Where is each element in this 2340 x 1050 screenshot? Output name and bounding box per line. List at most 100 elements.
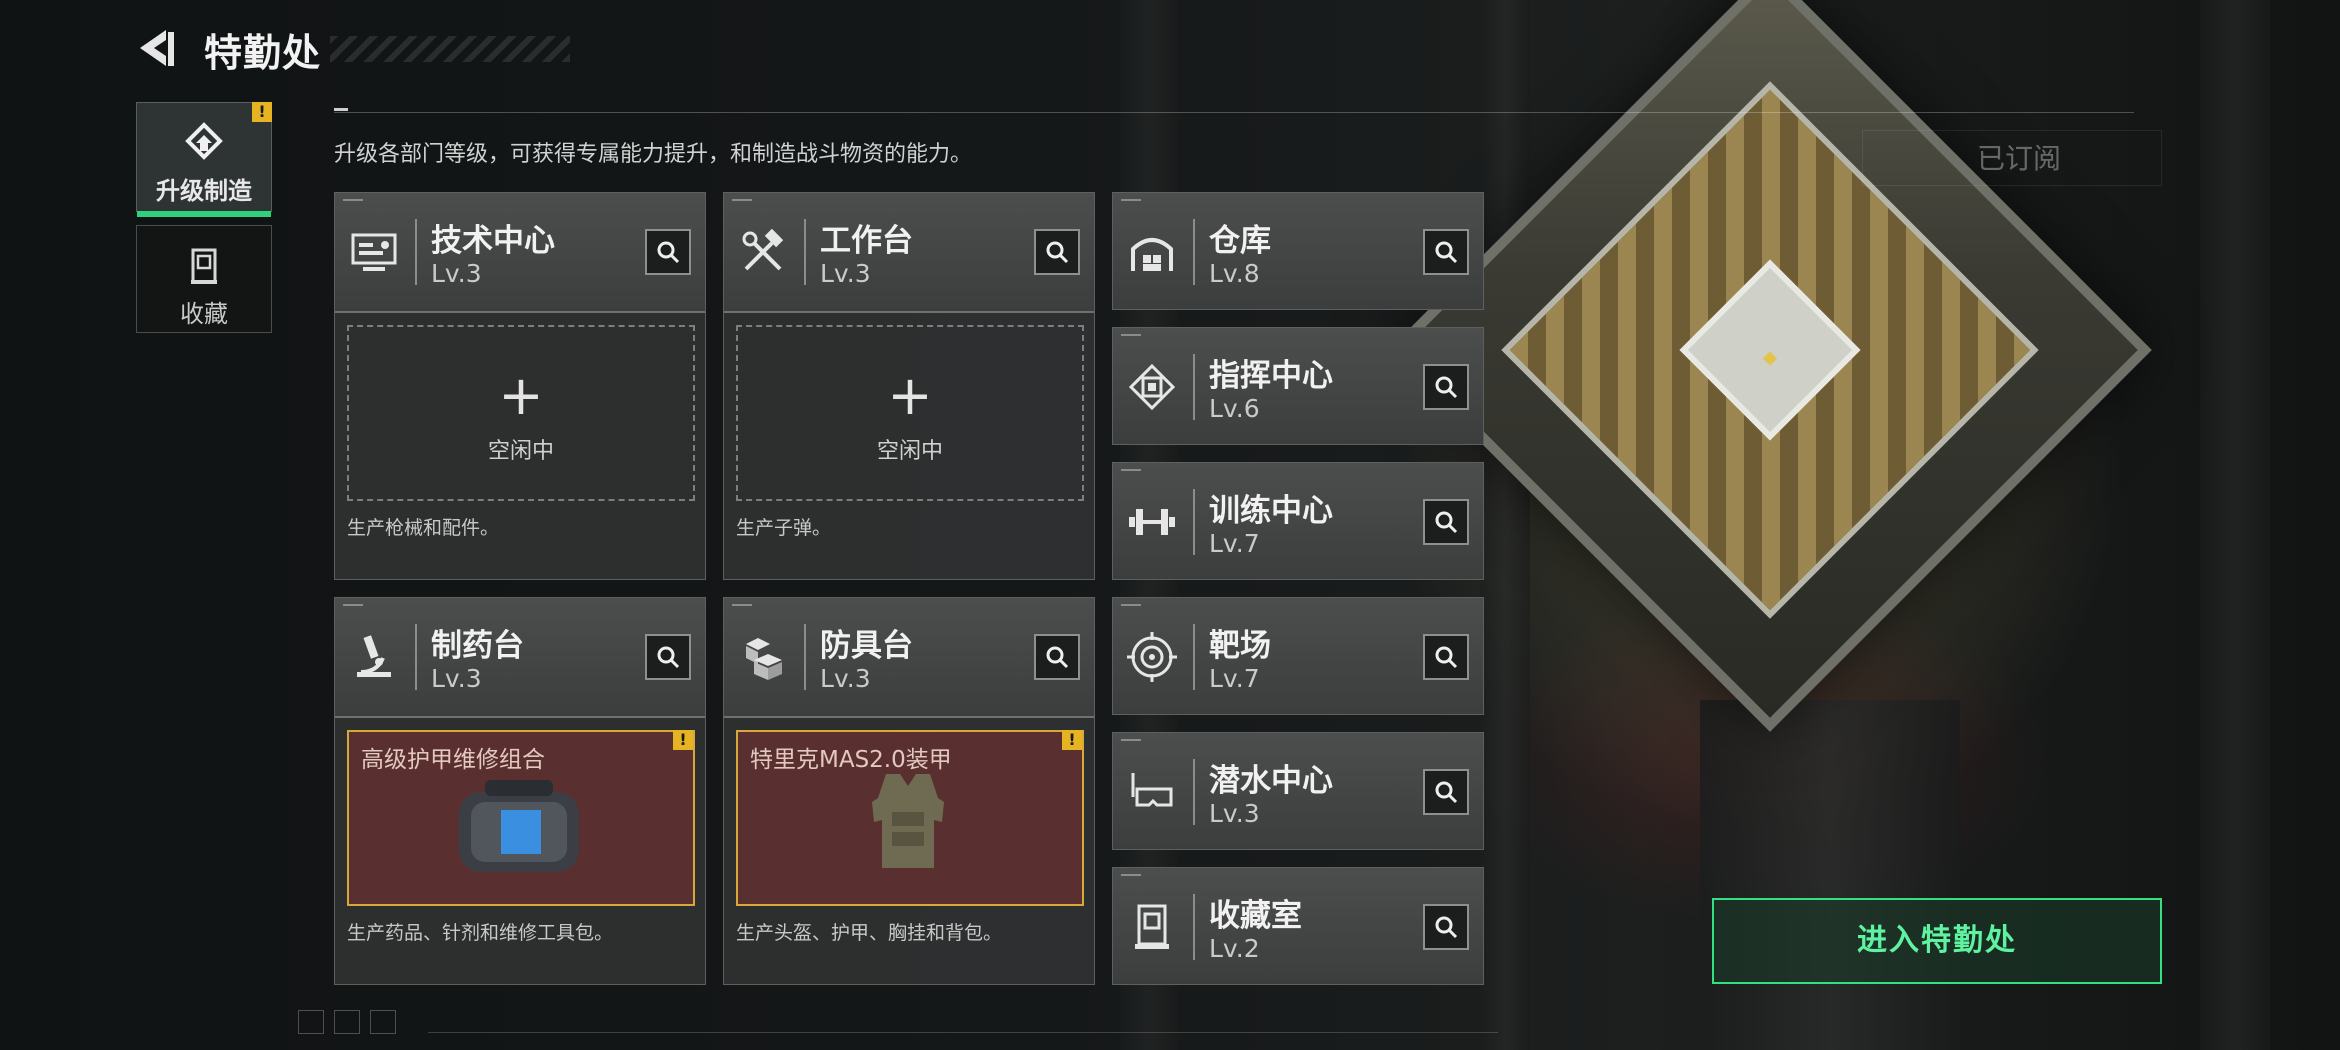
alert-badge: !	[673, 730, 693, 750]
add-icon: +	[498, 364, 544, 427]
card-collection-room[interactable]: 收藏室 Lv.2	[1112, 867, 1484, 985]
card-header: 训练中心 Lv.7	[1113, 463, 1483, 579]
magnifier-icon	[1435, 916, 1458, 939]
facility-level: Lv.8	[1209, 259, 1260, 288]
tab-upgrade-manufacture[interactable]: 升级制造 !	[136, 102, 272, 217]
facility-name: 防具台	[820, 628, 913, 664]
card-tech-center: 技术中心 Lv.3 + 空闲中 生产枪械和配件。	[334, 192, 706, 580]
facility-name: 靶场	[1209, 628, 1271, 664]
inspect-button[interactable]	[645, 229, 691, 275]
facility-name: 技术中心	[431, 223, 555, 259]
facility-level: Lv.3	[820, 259, 871, 288]
production-slot[interactable]: + 空闲中	[347, 325, 695, 501]
production-description: 生产头盔、护甲、胸挂和背包。	[736, 922, 1003, 944]
magnifier-icon	[1046, 241, 1069, 264]
facility-name: 仓库	[1209, 223, 1271, 259]
card-header[interactable]: 制药台 Lv.3	[335, 598, 705, 718]
card-command-center[interactable]: 指挥中心 Lv.6	[1112, 327, 1484, 445]
alert-badge: !	[1062, 730, 1082, 750]
dumbbell-icon	[1129, 509, 1175, 535]
tab-label: 升级制造	[156, 177, 252, 205]
magnifier-icon	[1046, 646, 1069, 669]
bottom-decoration	[298, 1010, 1498, 1034]
page-title: 特勤处	[204, 31, 322, 75]
facility-level: Lv.3	[431, 259, 482, 288]
facility-name: 训练中心	[1209, 493, 1333, 529]
magnifier-icon	[1435, 781, 1458, 804]
card-header: 仓库 Lv.8	[1113, 193, 1483, 309]
card-header: 潜水中心 Lv.3	[1113, 733, 1483, 849]
card-header[interactable]: 技术中心 Lv.3	[335, 193, 705, 313]
title-decoration	[330, 36, 570, 62]
facility-name: 潜水中心	[1209, 763, 1333, 799]
magnifier-icon	[1435, 376, 1458, 399]
card-header[interactable]: 防具台 Lv.3	[724, 598, 1094, 718]
magnifier-icon	[657, 241, 680, 264]
card-warehouse[interactable]: 仓库 Lv.8	[1112, 192, 1484, 310]
microscope-icon	[357, 635, 391, 677]
card-training-center[interactable]: 训练中心 Lv.7	[1112, 462, 1484, 580]
facility-level: Lv.3	[1209, 799, 1260, 828]
inspect-button[interactable]	[1423, 904, 1469, 950]
slot-status: 空闲中	[876, 439, 943, 464]
production-description: 生产药品、针剂和维修工具包。	[347, 922, 614, 944]
monitor-icon	[351, 233, 397, 271]
enter-special-ops-button[interactable]: 进入特勤处	[1712, 898, 2162, 984]
chip-icon	[1128, 363, 1176, 411]
back-arrow-icon[interactable]	[136, 26, 176, 70]
facility-name: 制药台	[431, 628, 524, 664]
card-header[interactable]: 工作台 Lv.3	[724, 193, 1094, 313]
magnifier-icon	[1435, 241, 1458, 264]
facility-level: Lv.3	[431, 664, 482, 693]
inspect-button[interactable]	[1423, 499, 1469, 545]
production-item-slot[interactable]: 特里克MAS2.0装甲 !	[736, 730, 1084, 906]
magnifier-icon	[1435, 511, 1458, 534]
cube-pedestal	[1700, 700, 1960, 1050]
card-diving-center[interactable]: 潜水中心 Lv.3	[1112, 732, 1484, 850]
target-icon	[1127, 632, 1177, 682]
divider-marker	[334, 108, 348, 111]
magnifier-icon	[657, 646, 680, 669]
inspect-button[interactable]	[1423, 634, 1469, 680]
armor-repair-kit-image	[459, 780, 579, 872]
inspect-button[interactable]	[1034, 634, 1080, 680]
blocks-icon	[746, 638, 782, 680]
collection-icon	[191, 248, 217, 284]
card-header: 靶场 Lv.7	[1113, 598, 1483, 714]
card-armor-bench: 防具台 Lv.3 特里克MAS2.0装甲 ! 生产头盔、护甲、胸挂和背包。	[723, 597, 1095, 985]
production-slot[interactable]: + 空闲中	[736, 325, 1084, 501]
vault-icon	[1135, 904, 1169, 949]
facility-level: Lv.7	[1209, 529, 1260, 558]
production-description: 生产枪械和配件。	[347, 517, 500, 539]
inspect-button[interactable]	[1423, 364, 1469, 410]
card-header: 指挥中心 Lv.6	[1113, 328, 1483, 444]
facility-name: 指挥中心	[1209, 358, 1333, 394]
inspect-button[interactable]	[1034, 229, 1080, 275]
subscribed-label: 已订阅	[1862, 130, 2162, 186]
tab-label: 收藏	[180, 300, 228, 328]
slot-status: 空闲中	[487, 439, 554, 464]
bg-pillar	[1480, 0, 1530, 1050]
magnifier-icon	[1435, 646, 1458, 669]
divider	[334, 112, 2134, 113]
card-workbench: 工作台 Lv.3 + 空闲中 生产子弹。	[723, 192, 1095, 580]
card-pharmacy: 制药台 Lv.3 高级护甲维修组合 ! 生产药品、针剂和维修工具包。	[334, 597, 706, 985]
facility-level: Lv.7	[1209, 664, 1260, 693]
inspect-button[interactable]	[1423, 229, 1469, 275]
armor-vest-image	[872, 774, 944, 868]
facility-name: 工作台	[820, 223, 913, 259]
tab-collection[interactable]: 收藏	[136, 225, 272, 333]
facility-level: Lv.3	[820, 664, 871, 693]
production-item-slot[interactable]: 高级护甲维修组合 !	[347, 730, 695, 906]
diving-mask-icon	[1131, 773, 1173, 807]
facility-name: 收藏室	[1209, 898, 1302, 934]
production-description: 生产子弹。	[736, 517, 832, 539]
inspect-button[interactable]	[645, 634, 691, 680]
add-icon: +	[887, 364, 933, 427]
warehouse-icon	[1131, 238, 1173, 271]
card-shooting-range[interactable]: 靶场 Lv.7	[1112, 597, 1484, 715]
inspect-button[interactable]	[1423, 769, 1469, 815]
item-name: 高级护甲维修组合	[361, 747, 545, 773]
bg-pillar	[2200, 0, 2270, 1050]
facility-level: Lv.6	[1209, 394, 1260, 423]
